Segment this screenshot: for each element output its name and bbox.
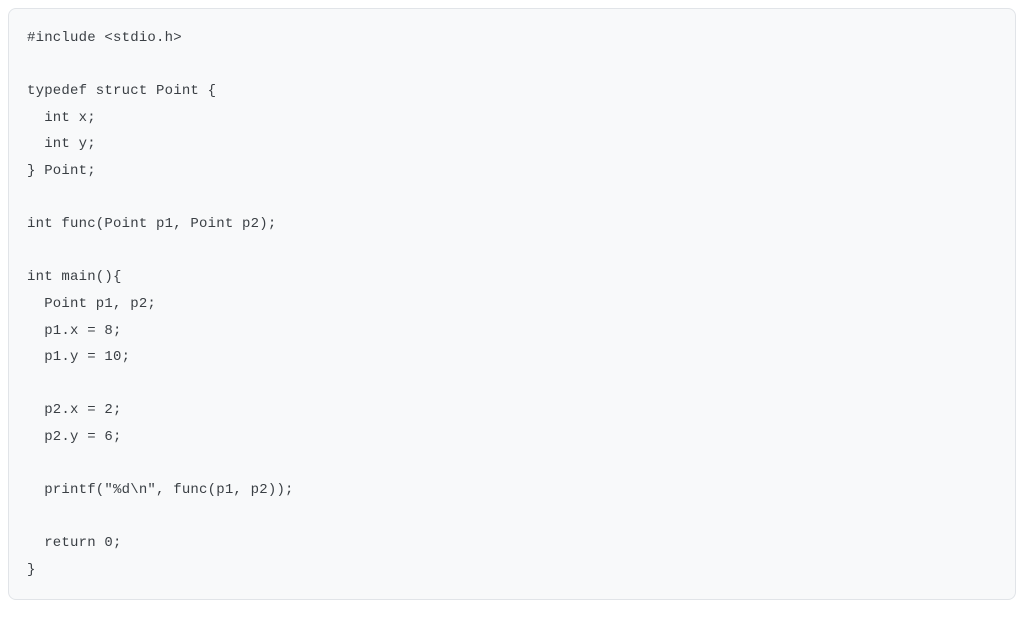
code-container: #include <stdio.h> typedef struct Point … [8,8,1016,600]
code-content: #include <stdio.h> typedef struct Point … [27,30,294,578]
code-block: #include <stdio.h> typedef struct Point … [27,25,997,583]
